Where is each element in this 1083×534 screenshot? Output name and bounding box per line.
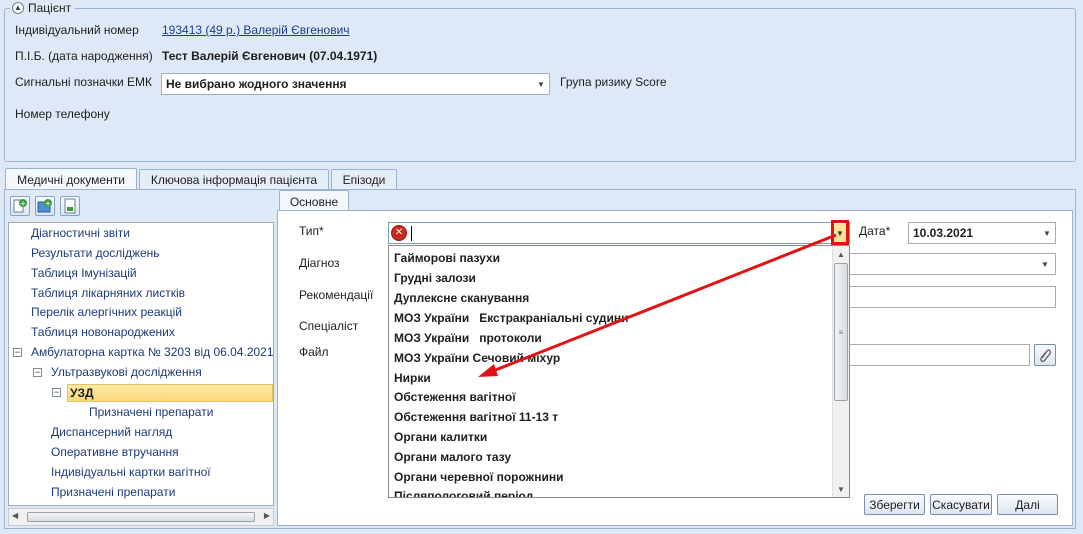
next-button[interactable]: Далі [997, 494, 1058, 515]
save-button[interactable]: Зберегти [864, 494, 925, 515]
annotation-arrow-icon [478, 233, 837, 377]
cancel-button[interactable]: Скасувати [930, 494, 992, 515]
